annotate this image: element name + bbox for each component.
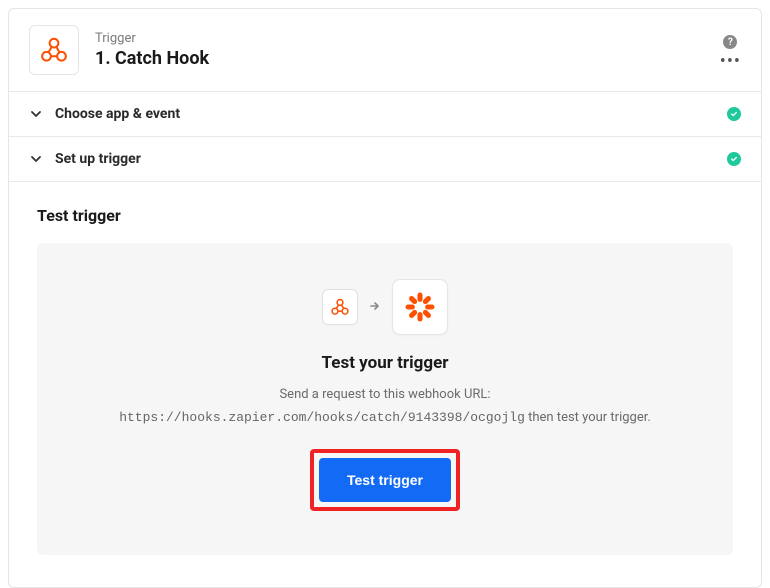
webhook-app-icon — [322, 289, 358, 325]
status-complete-icon — [727, 107, 741, 121]
card-header: Trigger 1. Catch Hook ? ••• — [9, 9, 761, 91]
test-panel: Test your trigger Send a request to this… — [37, 243, 733, 555]
chevron-down-icon — [29, 107, 43, 121]
header-actions: ? ••• — [720, 35, 741, 65]
webhook-url-line: https://hooks.zapier.com/hooks/catch/914… — [119, 410, 651, 425]
webhook-icon — [330, 297, 350, 317]
section-setup-trigger[interactable]: Set up trigger — [9, 136, 761, 181]
section-label: Choose app & event — [55, 106, 715, 122]
webhook-icon — [39, 35, 69, 65]
help-icon[interactable]: ? — [723, 35, 737, 49]
header-text: Trigger 1. Catch Hook — [95, 31, 704, 69]
test-title: Test your trigger — [322, 353, 449, 373]
test-heading: Test trigger — [37, 206, 733, 225]
status-complete-icon — [727, 152, 741, 166]
section-label: Set up trigger — [55, 151, 715, 167]
chevron-down-icon — [29, 152, 43, 166]
zapier-icon — [403, 290, 437, 324]
trigger-card: Trigger 1. Catch Hook ? ••• Choose app &… — [8, 8, 762, 588]
test-trigger-button[interactable]: Test trigger — [319, 458, 451, 502]
icon-row — [322, 279, 448, 335]
header-kicker: Trigger — [95, 31, 704, 46]
arrow-right-icon — [368, 298, 382, 317]
section-choose-app[interactable]: Choose app & event — [9, 91, 761, 136]
test-description: Send a request to this webhook URL: — [279, 387, 490, 402]
url-tail: then test your trigger. — [525, 410, 651, 425]
highlight-box: Test trigger — [310, 449, 460, 511]
section-test-trigger: Test trigger — [9, 181, 761, 587]
webhook-url: https://hooks.zapier.com/hooks/catch/914… — [119, 410, 525, 425]
header-title: 1. Catch Hook — [95, 48, 704, 69]
zapier-app-icon — [392, 279, 448, 335]
app-icon-webhooks — [29, 25, 79, 75]
more-menu-icon[interactable]: ••• — [720, 59, 741, 65]
